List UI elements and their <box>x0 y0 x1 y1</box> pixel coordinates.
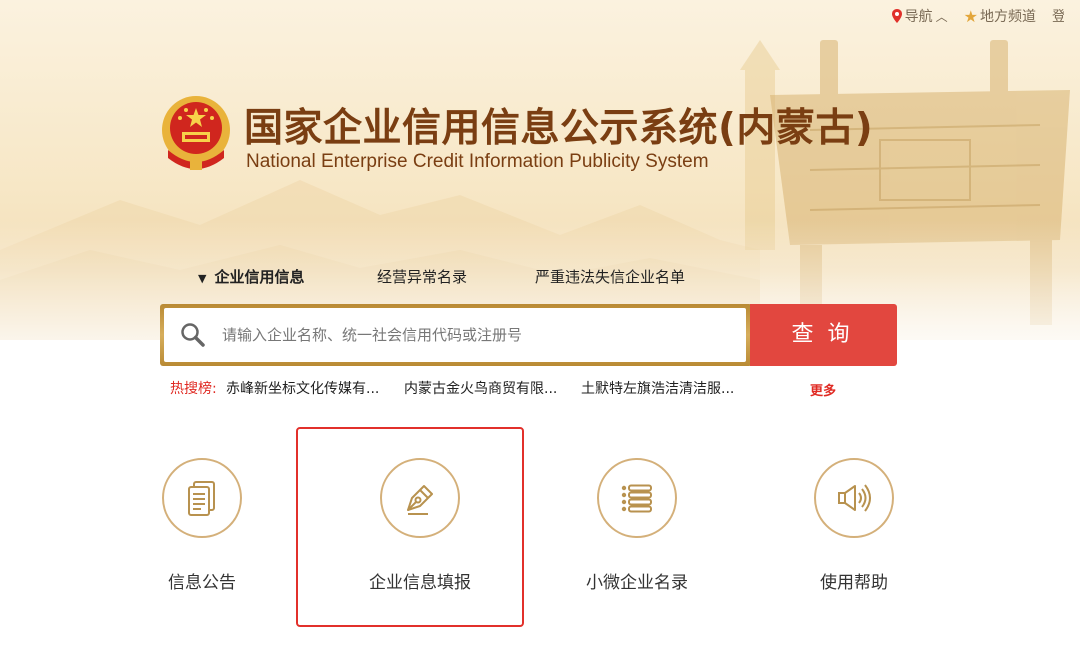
feature-label: 使用帮助 <box>820 573 888 593</box>
local-channel-label: 地方频道 <box>980 9 1036 25</box>
highlight-box <box>296 427 524 627</box>
hot-search-more-link[interactable]: 更多 <box>810 380 836 399</box>
search-button[interactable]: 查询 <box>750 304 897 366</box>
national-emblem-logo <box>162 96 230 170</box>
site-title-cn: 国家企业信用信息公示系统(内蒙古) <box>244 106 874 151</box>
search-field-container <box>164 308 746 362</box>
top-bar: 导航 ︿ ★ 地方频道 登 <box>891 6 1080 26</box>
search-icon <box>181 323 205 347</box>
tab-label: 企业信用信息 <box>214 268 305 286</box>
login-link[interactable]: 登 <box>1052 6 1064 26</box>
tab-label: 严重违法失信企业名单 <box>535 268 686 286</box>
hot-search-keyword[interactable]: 赤峰新坐标文化传媒有... <box>226 378 379 398</box>
star-icon: ★ <box>963 6 978 26</box>
hot-search-label: 热搜榜: <box>170 381 217 397</box>
tab-enterprise-credit-info[interactable]: ▼ 企业信用信息 <box>198 266 304 287</box>
nav-label: 导航 <box>904 9 933 25</box>
feature-icon-circle <box>597 458 677 538</box>
chevron-up-icon: ︿ <box>935 9 948 24</box>
hot-search-bar: 热搜榜: 赤峰新坐标文化传媒有... 内蒙古金火鸟商贸有限... 土默特左旗浩洁… <box>170 378 870 399</box>
site-title-en: National Enterprise Credit Information P… <box>246 151 709 172</box>
hot-search-keyword[interactable]: 土默特左旗浩洁清洁服... <box>581 378 734 398</box>
speaker-icon <box>838 484 871 512</box>
tab-label: 经营异常名录 <box>377 268 468 286</box>
location-pin-icon <box>891 9 902 23</box>
tab-abnormal-operation-list[interactable]: 经营异常名录 <box>377 266 467 287</box>
feature-label: 小微企业名录 <box>586 573 688 593</box>
feature-small-micro-enterprise-list[interactable]: 小微企业名录 <box>562 458 712 593</box>
tab-serious-violation-list[interactable]: 严重违法失信企业名单 <box>535 266 685 287</box>
feature-icon-circle <box>814 458 894 538</box>
nav-menu[interactable]: 导航 ︿ <box>891 6 948 26</box>
local-channel-link[interactable]: ★ 地方频道 <box>964 6 1036 26</box>
document-icon <box>188 481 215 516</box>
hot-search-keyword[interactable]: 内蒙古金火鸟商贸有限... <box>404 378 557 398</box>
search-tabs: ▼ 企业信用信息 经营异常名录 严重违法失信企业名单 <box>0 266 1080 288</box>
feature-label: 信息公告 <box>168 573 236 593</box>
search-input[interactable] <box>220 325 724 345</box>
triangle-down-icon: ▼ <box>198 272 207 285</box>
feature-info-announcement[interactable]: 信息公告 <box>127 458 277 593</box>
list-icon <box>621 484 652 513</box>
feature-icon-circle <box>162 458 242 538</box>
search-box <box>160 304 752 366</box>
login-label: 登 <box>1052 9 1064 25</box>
feature-usage-help[interactable]: 使用帮助 <box>779 458 929 593</box>
